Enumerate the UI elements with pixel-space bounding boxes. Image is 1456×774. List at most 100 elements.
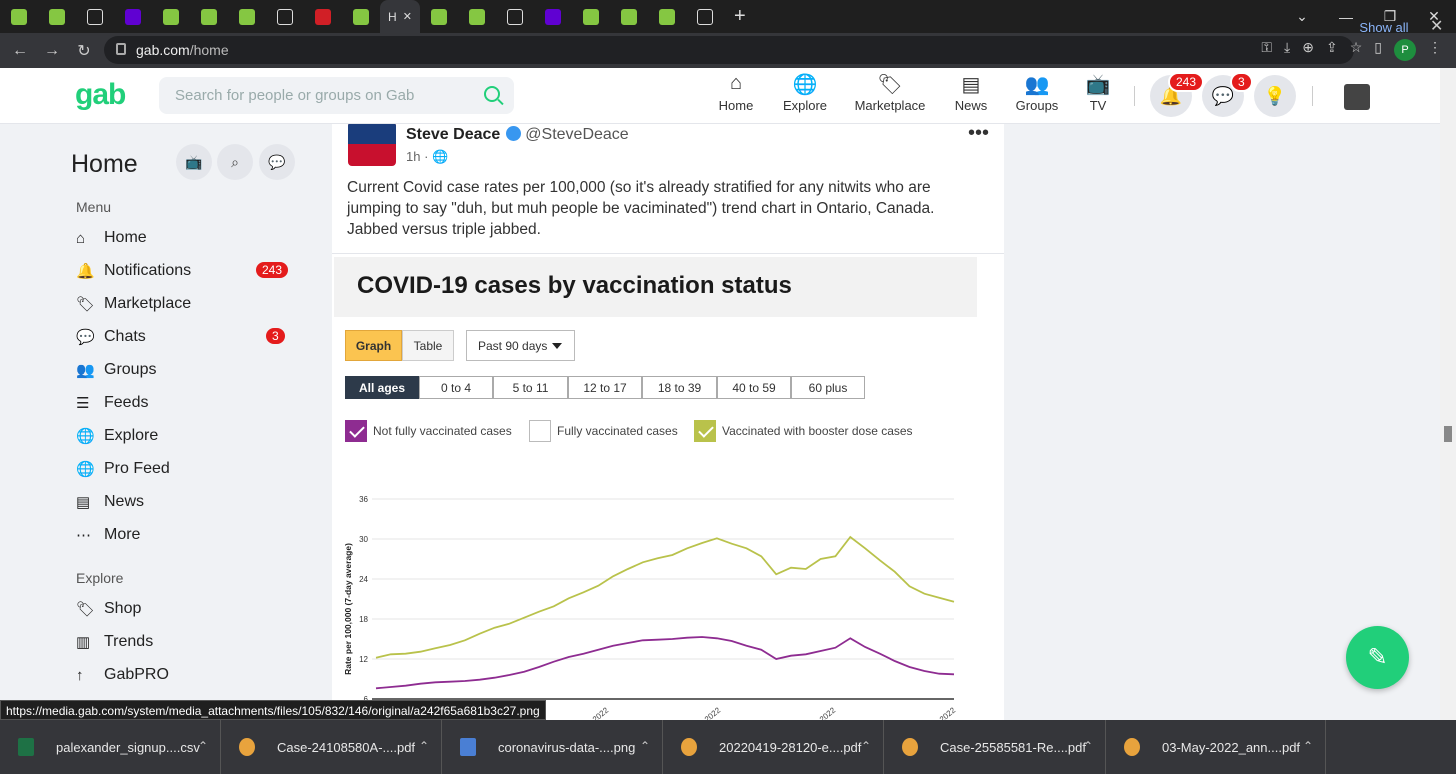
- author-handle[interactable]: @SteveDeace: [525, 126, 628, 143]
- legend-checkbox[interactable]: [345, 420, 367, 442]
- tv-shortcut-button[interactable]: 📺: [176, 144, 212, 180]
- install-icon[interactable]: ⤓: [1284, 39, 1290, 61]
- browser-tab[interactable]: [686, 0, 724, 33]
- tab-graph[interactable]: Graph: [345, 330, 402, 361]
- chevron-up-icon[interactable]: ⌃: [640, 739, 650, 753]
- browser-tab[interactable]: [420, 0, 458, 33]
- sidebar-item-groups[interactable]: 👥 Groups: [76, 357, 156, 383]
- legend-checkbox[interactable]: [529, 420, 551, 442]
- download-item[interactable]: coronavirus-data-....png ⌃: [442, 720, 663, 774]
- browser-tab[interactable]: [572, 0, 610, 33]
- chat-shortcut-button[interactable]: 💬: [259, 144, 295, 180]
- legend-item[interactable]: Vaccinated with booster dose cases: [694, 420, 913, 442]
- browser-tab[interactable]: [534, 0, 572, 33]
- menu-kebab-icon[interactable]: ⋮: [1428, 39, 1442, 61]
- search-icon[interactable]: [484, 86, 500, 102]
- profile-avatar[interactable]: P: [1394, 39, 1416, 61]
- new-tab-button[interactable]: +: [734, 5, 746, 28]
- post-time[interactable]: 1h · 🌐: [406, 149, 448, 165]
- period-select[interactable]: Past 90 days: [466, 330, 575, 361]
- lightbulb-button[interactable]: 💡: [1254, 75, 1296, 117]
- gab-logo[interactable]: gab: [75, 78, 126, 112]
- browser-tab[interactable]: [496, 0, 534, 33]
- age-filter-18-to-39[interactable]: 18 to 39: [642, 376, 717, 399]
- close-tab-icon[interactable]: ✕: [403, 10, 412, 23]
- age-filter-40-to-59[interactable]: 40 to 59: [717, 376, 791, 399]
- download-item[interactable]: 20220419-28120-e....pdf ⌃: [663, 720, 884, 774]
- legend-item[interactable]: Fully vaccinated cases: [529, 420, 678, 442]
- chevron-up-icon[interactable]: ⌃: [198, 739, 208, 753]
- age-filter-0-to-4[interactable]: 0 to 4: [419, 376, 493, 399]
- age-filter-5-to-11[interactable]: 5 to 11: [493, 376, 568, 399]
- browser-tab[interactable]: [76, 0, 114, 33]
- tab-search-icon[interactable]: ⌄: [1280, 0, 1324, 33]
- chevron-up-icon[interactable]: ⌃: [861, 739, 871, 753]
- browser-tab[interactable]: [342, 0, 380, 33]
- download-item[interactable]: Case-24108580A-....pdf ⌃: [221, 720, 442, 774]
- nav-tv[interactable]: 📺 TV: [1086, 72, 1111, 113]
- key-icon[interactable]: ⚿: [1261, 39, 1272, 61]
- search-shortcut-button[interactable]: ⌕: [217, 144, 253, 180]
- sidebar-item-shop[interactable]: 🏷 Shop: [76, 596, 141, 622]
- legend-checkbox[interactable]: [694, 420, 716, 442]
- age-filter-12-to-17[interactable]: 12 to 17: [568, 376, 642, 399]
- user-avatar[interactable]: [1344, 84, 1370, 110]
- browser-tab[interactable]: [38, 0, 76, 33]
- browser-tab[interactable]: [304, 0, 342, 33]
- back-button[interactable]: ←: [4, 42, 36, 60]
- share-icon[interactable]: ⇪: [1326, 39, 1338, 61]
- author-name[interactable]: Steve Deace: [406, 126, 500, 143]
- sidebar-item-more[interactable]: ⋯ More: [76, 522, 140, 548]
- browser-tab[interactable]: [152, 0, 190, 33]
- download-item[interactable]: Case-25585581-Re....pdf ⌃: [884, 720, 1106, 774]
- download-item[interactable]: palexander_signup....csv ⌃: [0, 720, 221, 774]
- author-avatar[interactable]: [348, 124, 396, 166]
- sidebar-item-explore[interactable]: 🌐 Explore: [76, 423, 158, 449]
- browser-tab[interactable]: [610, 0, 648, 33]
- page-scrollbar[interactable]: [1440, 68, 1456, 720]
- compose-button[interactable]: ✎: [1346, 626, 1409, 689]
- legend-item[interactable]: Not fully vaccinated cases: [345, 420, 512, 442]
- close-downloads-bar-icon[interactable]: ✕: [1430, 16, 1443, 36]
- browser-tab[interactable]: [458, 0, 496, 33]
- tab-table[interactable]: Table: [402, 330, 454, 361]
- scrollbar-thumb[interactable]: [1444, 426, 1452, 442]
- browser-tab[interactable]: [228, 0, 266, 33]
- search-input[interactable]: Search for people or groups on Gab: [159, 77, 514, 114]
- show-all-downloads-button[interactable]: Show all: [1350, 12, 1418, 42]
- browser-tab[interactable]: [0, 0, 38, 33]
- age-filter-all-ages[interactable]: All ages: [345, 376, 419, 399]
- sidebar-item-marketplace[interactable]: 🏷 Marketplace: [76, 291, 191, 317]
- browser-tab-active[interactable]: H ✕: [380, 0, 420, 33]
- chevron-up-icon[interactable]: ⌃: [1083, 739, 1093, 753]
- chevron-up-icon[interactable]: ⌃: [1303, 739, 1313, 753]
- sidebar-item-pro-feed[interactable]: 🌐 Pro Feed: [76, 456, 170, 482]
- sidebar-item-home[interactable]: ⌂ Home: [76, 225, 147, 251]
- nav-home[interactable]: ⌂ Home: [719, 72, 754, 113]
- sidebar-item-news[interactable]: ▤ News: [76, 489, 144, 515]
- sidebar-item-gabpro[interactable]: ↑ GabPRO: [76, 662, 169, 688]
- sidebar-item-trends[interactable]: ▥ Trends: [76, 629, 153, 655]
- chevron-up-icon[interactable]: ⌃: [419, 739, 429, 753]
- forward-button[interactable]: →: [36, 42, 68, 60]
- nav-marketplace[interactable]: 🏷 Marketplace: [855, 72, 926, 113]
- post-image[interactable]: COVID-19 cases by vaccination status Gra…: [332, 254, 1004, 720]
- nav-groups[interactable]: 👥 Groups: [1016, 72, 1059, 113]
- browser-tab[interactable]: [114, 0, 152, 33]
- nav-news[interactable]: ▤ News: [955, 72, 988, 113]
- browser-tab[interactable]: [190, 0, 228, 33]
- nav-explore[interactable]: 🌐 Explore: [783, 72, 827, 113]
- download-item[interactable]: 03-May-2022_ann....pdf ⌃: [1106, 720, 1326, 774]
- sidebar-item-feeds[interactable]: ☰ Feeds: [76, 390, 148, 416]
- sidepanel-icon[interactable]: ▯: [1374, 39, 1382, 61]
- sidebar-item-notifications[interactable]: 🔔 Notifications: [76, 258, 191, 284]
- age-filter-60-plus[interactable]: 60 plus: [791, 376, 865, 399]
- browser-tab[interactable]: [648, 0, 686, 33]
- post-options-button[interactable]: •••: [968, 124, 989, 145]
- zoom-icon[interactable]: ⊕: [1302, 39, 1314, 61]
- sidebar-item-chats[interactable]: 💬 Chats: [76, 324, 146, 350]
- bookmark-star-icon[interactable]: ☆: [1350, 39, 1363, 61]
- browser-tab[interactable]: [266, 0, 304, 33]
- url-field[interactable]: gab.com/home: [104, 36, 1354, 64]
- reload-button[interactable]: ↻: [68, 41, 100, 61]
